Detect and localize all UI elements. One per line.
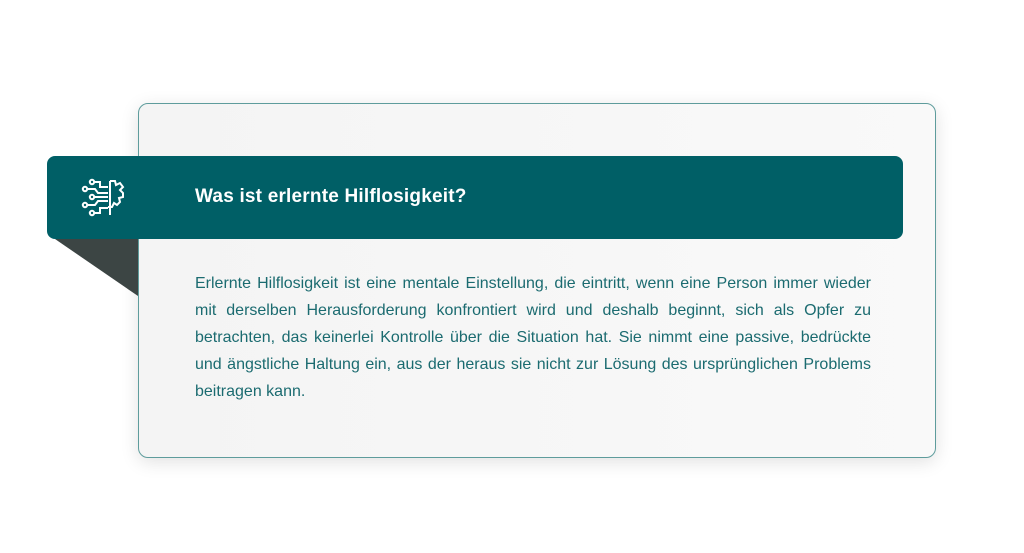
card-body-text: Erlernte Hilflosigkeit ist eine mentale …: [195, 275, 871, 400]
title-banner: [47, 156, 903, 239]
banner-fold-shadow: [55, 239, 138, 296]
circuit-gear-icon: [81, 178, 125, 217]
card-title: Was ist erlernte Hilflosigkeit?: [195, 186, 467, 207]
